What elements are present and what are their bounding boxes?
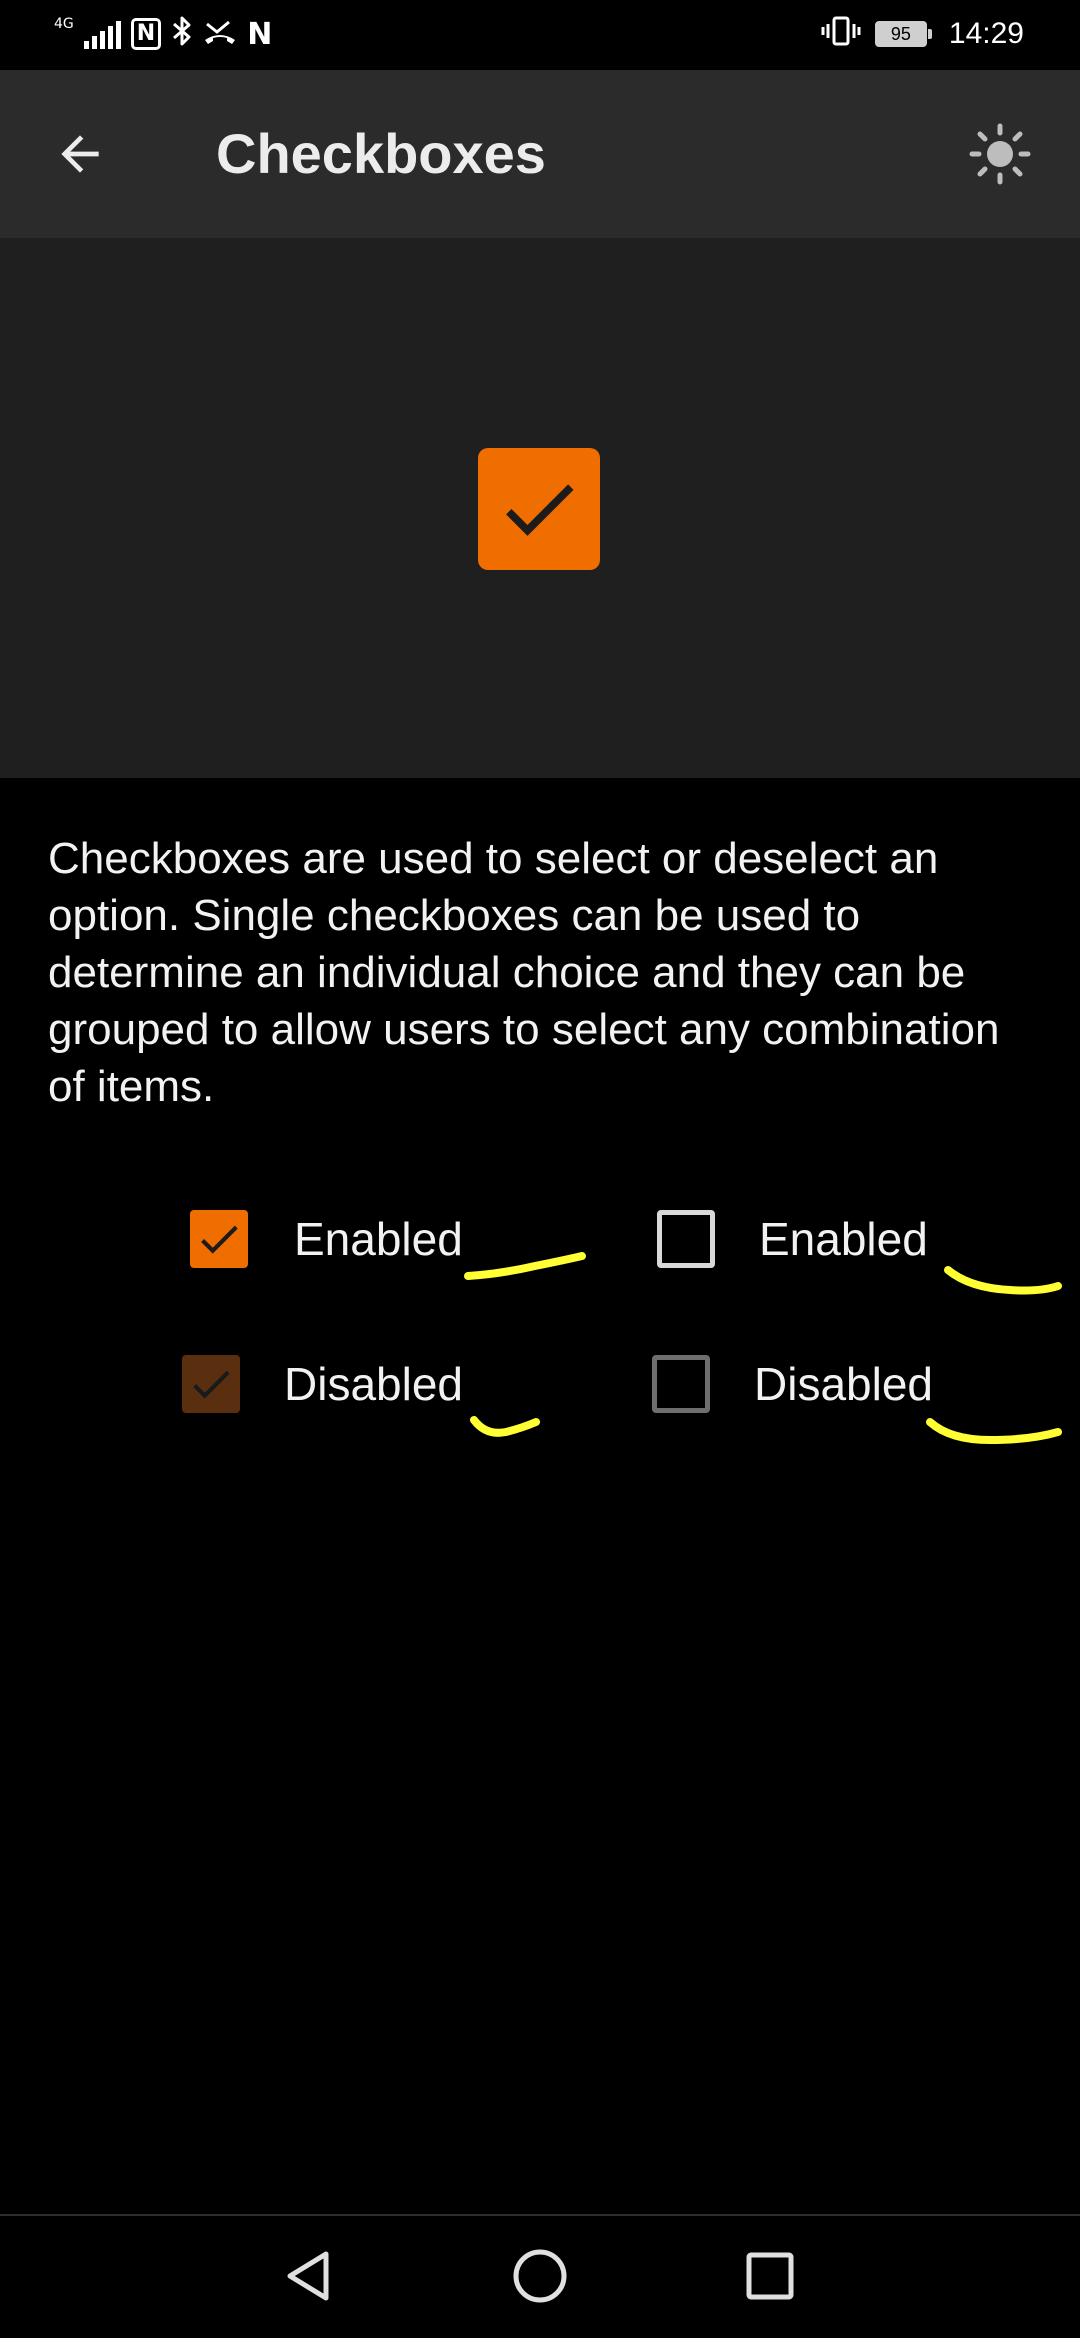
description-text: Checkboxes are used to select or deselec…: [48, 834, 1000, 1111]
system-nav-bar: [0, 2214, 1080, 2338]
annotation-squiggle: [470, 1416, 540, 1437]
nav-recents-button[interactable]: [730, 2236, 810, 2316]
checkbox-label: Disabled: [284, 1358, 463, 1410]
carrier-icon: N: [247, 16, 273, 52]
checkbox-enabled-checked[interactable]: Enabled: [190, 1210, 463, 1268]
checkbox-enabled-unchecked[interactable]: Enabled: [657, 1210, 928, 1268]
checkbox-box: [652, 1355, 710, 1413]
annotation-squiggle: [944, 1266, 1062, 1295]
recents-square-icon: [746, 2252, 794, 2300]
battery-icon: 95: [874, 21, 932, 47]
status-left-icons: 4G N N: [54, 14, 272, 54]
nav-back-button[interactable]: [270, 2236, 350, 2316]
nfc-icon: N: [130, 18, 162, 50]
status-right-icons: 95 14:29: [821, 14, 1024, 54]
check-icon: [201, 1225, 238, 1254]
checkbox-disabled-checked: Disabled: [182, 1355, 463, 1413]
back-button[interactable]: [40, 114, 120, 194]
checkbox-box: [182, 1355, 240, 1413]
checkbox-disabled-unchecked: Disabled: [652, 1355, 933, 1413]
arrow-back-icon: [61, 135, 99, 173]
theme-toggle-button[interactable]: [960, 114, 1040, 194]
home-circle-icon: [513, 2249, 567, 2303]
vibrate-icon: [821, 15, 861, 54]
status-bar: 4G N N 95 14:29: [0, 0, 1080, 70]
annotation-squiggle: [926, 1418, 1062, 1445]
clock: 14:29: [948, 17, 1024, 50]
back-triangle-icon: [287, 2251, 329, 2301]
checkbox-label: Enabled: [294, 1213, 463, 1265]
check-icon: [506, 484, 574, 536]
app-bar: Checkboxes: [0, 70, 1080, 238]
checkbox-label: Disabled: [754, 1358, 933, 1410]
signal-icon: [83, 19, 121, 49]
page-title: Checkboxes: [216, 122, 546, 185]
check-icon: [193, 1370, 230, 1399]
checkbox-label: Enabled: [759, 1213, 928, 1265]
bluetooth-icon: [171, 15, 193, 54]
preview-area: [0, 238, 1080, 778]
network-type: 4G: [54, 16, 74, 32]
nav-home-button[interactable]: [500, 2236, 580, 2316]
missed-call-icon: [203, 16, 237, 53]
preview-checkbox[interactable]: [478, 448, 600, 570]
checkbox-box[interactable]: [657, 1210, 715, 1268]
checkbox-box[interactable]: [190, 1210, 248, 1268]
brightness-icon: [969, 123, 1031, 185]
annotation-squiggle: [464, 1252, 586, 1280]
